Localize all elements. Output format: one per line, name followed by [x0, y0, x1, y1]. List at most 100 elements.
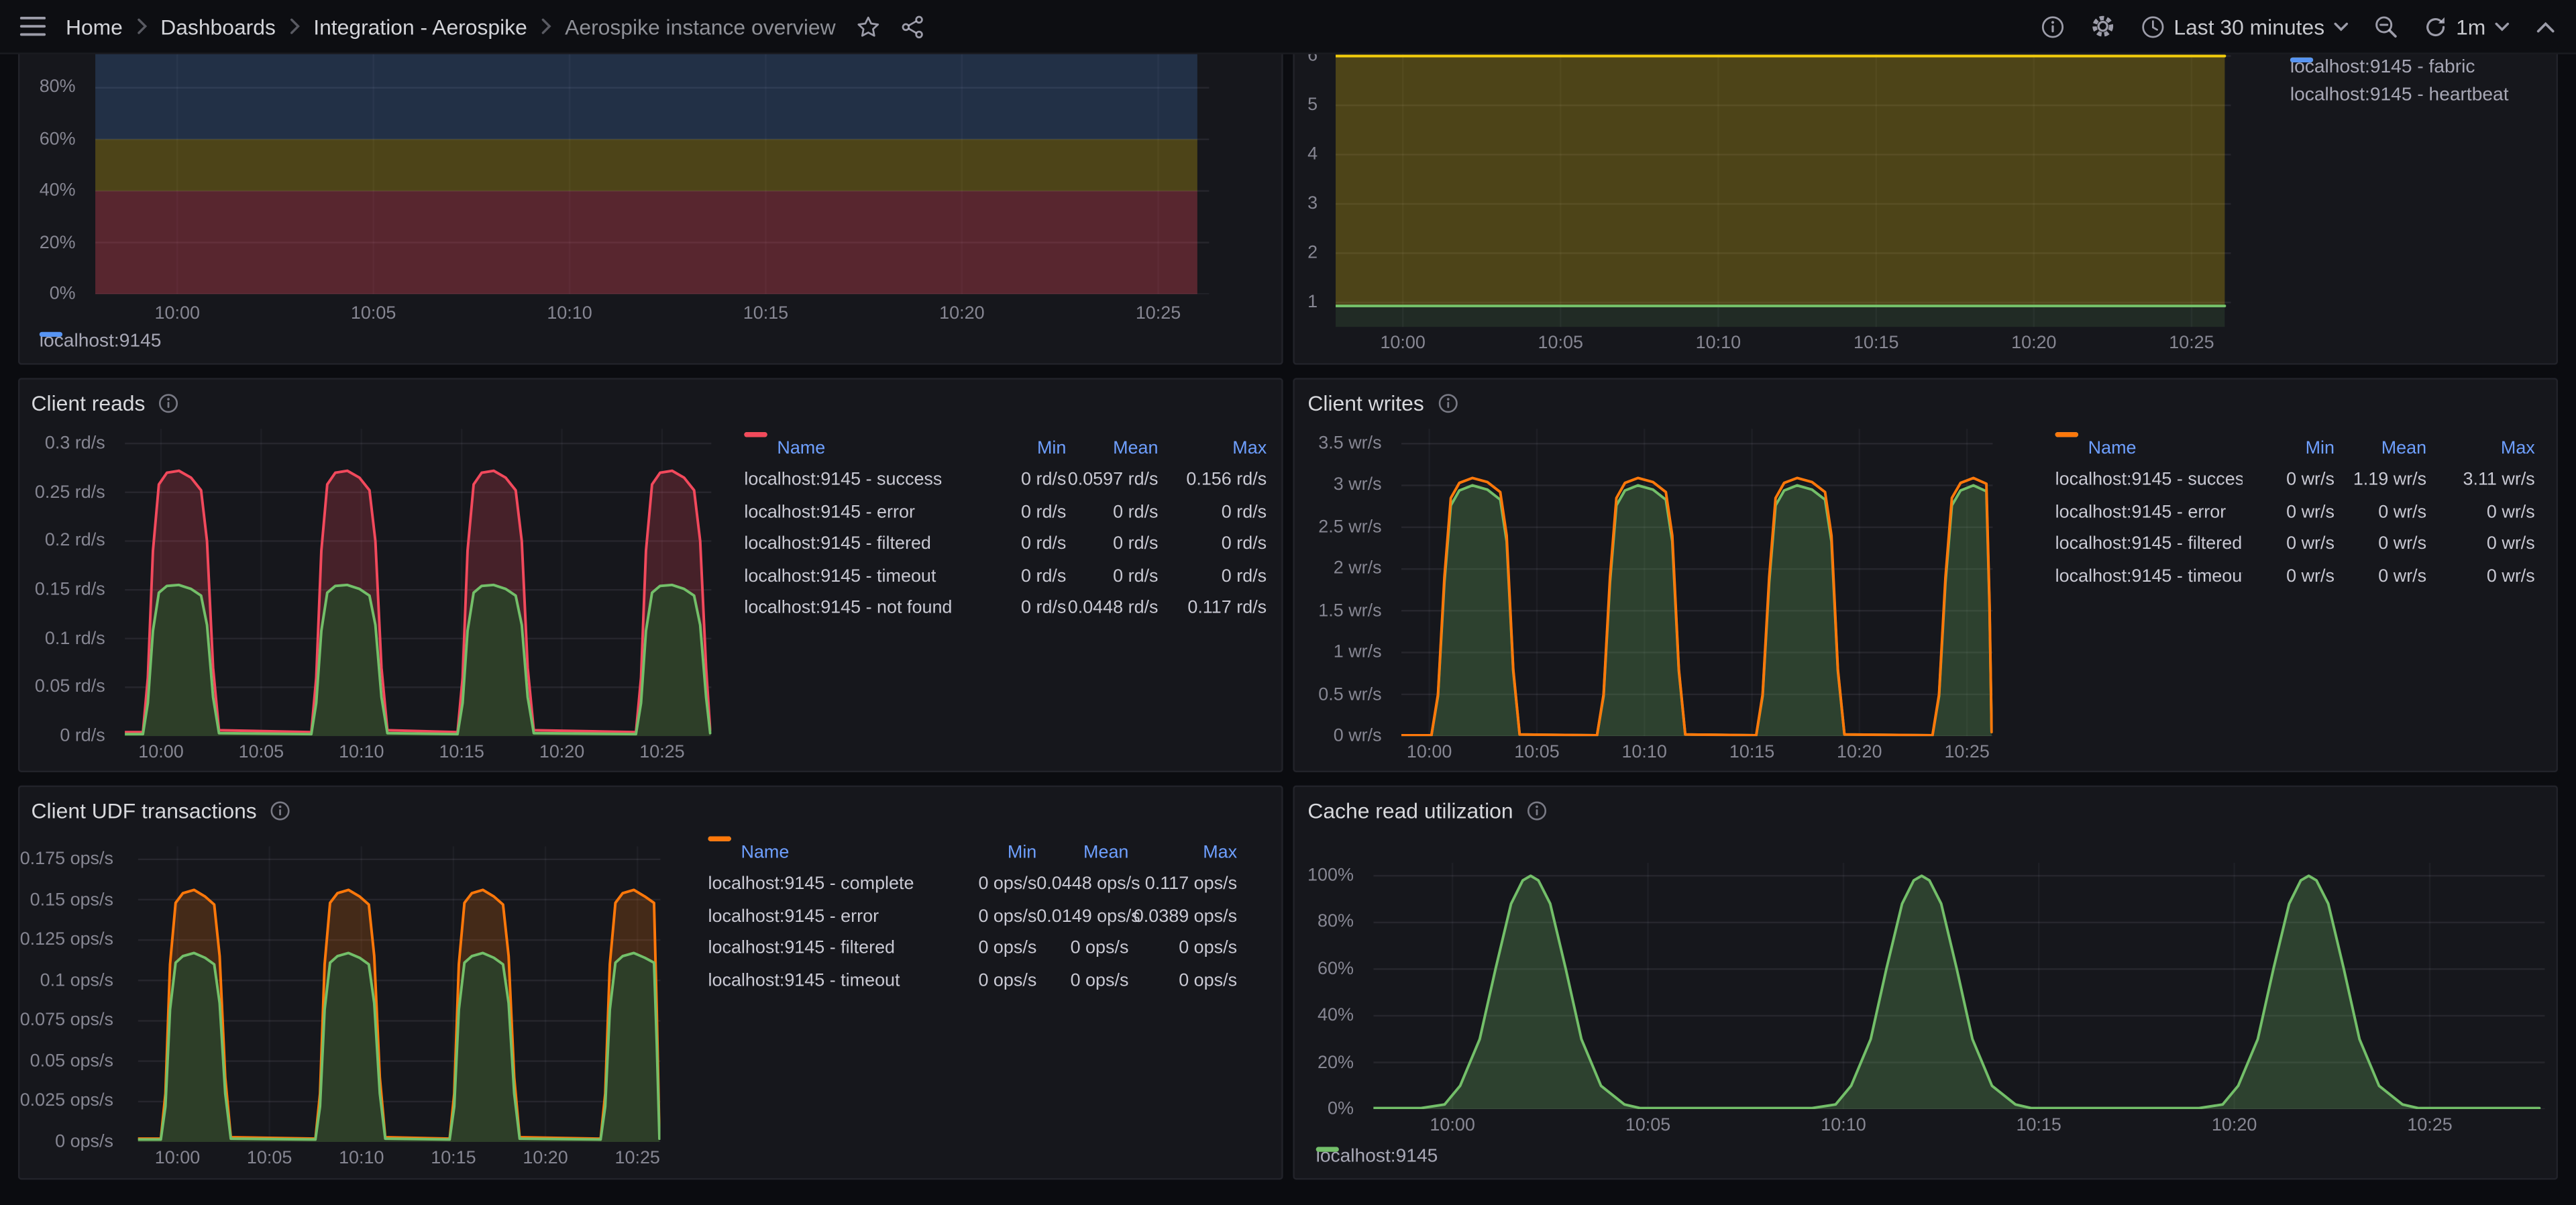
legend-item[interactable]: localhost:9145 [39, 331, 161, 352]
x-axis-labels: 10:00 10:05 10:10 10:15 10:20 10:25 [125, 743, 711, 766]
y-tick-label: 0.05 ops/s [30, 1051, 113, 1071]
legend-value: 0 ops/s [978, 970, 1037, 991]
y-tick-label: 60% [1318, 959, 1354, 980]
panel-info-icon[interactable] [1526, 799, 1548, 821]
legend-header-min[interactable]: Min [2243, 438, 2334, 458]
legend-series-name[interactable]: localhost:9145 - timeout [708, 836, 945, 990]
legend-header-name[interactable]: Name [2055, 438, 2243, 458]
refresh-icon [2426, 16, 2445, 36]
legend-series-name[interactable]: localhost:9145 - timeout [744, 432, 974, 586]
x-tick-label: 10:15 [1854, 333, 1899, 354]
star-button[interactable] [855, 14, 880, 39]
legend-series-name[interactable]: localhost:9145 - filtered [744, 432, 974, 554]
breadcrumb: Home Dashboards Integration - Aerospike … [66, 14, 836, 39]
legend-header-name[interactable]: Name [744, 438, 974, 458]
y-tick-label: 0.1 rd/s [44, 628, 105, 649]
share-button[interactable] [900, 14, 924, 39]
legend-header-mean[interactable]: Mean [1066, 438, 1158, 458]
x-tick-label: 10:05 [1514, 742, 1560, 763]
network-chart[interactable] [1336, 38, 2231, 327]
breadcrumb-dashboards[interactable]: Dashboards [160, 14, 276, 39]
legend-series-name[interactable]: localhost:9145 - complete [708, 836, 945, 894]
legend-value: 0 ops/s [1070, 970, 1129, 991]
x-tick-label: 10:20 [2011, 333, 2057, 354]
legend-row: localhost:9145 - timeout 0 ops/s 0 ops/s 0 … [708, 836, 1237, 997]
panel-legend: localhost:9145 [39, 331, 161, 352]
legend-value: 0 wr/s [2286, 566, 2335, 586]
y-tick-label: 2 wr/s [1333, 559, 1382, 579]
client-writes-chart[interactable] [1401, 429, 1993, 737]
legend-header-min[interactable]: Min [945, 843, 1036, 862]
x-tick-label: 10:20 [539, 742, 585, 763]
x-tick-label: 10:25 [614, 1148, 660, 1169]
legend-header-mean[interactable]: Mean [2334, 438, 2426, 458]
series-color-dash [2055, 432, 2078, 437]
dashboard-settings-button[interactable] [2090, 13, 2116, 40]
y-tick-label: 0.15 ops/s [30, 890, 113, 910]
legend-header-max[interactable]: Max [2426, 438, 2535, 458]
legend-row: localhost:9145 - filtered 0 ops/s 0 ops/s 0… [708, 836, 1237, 965]
panel-title[interactable]: Client UDF transactions [32, 798, 257, 823]
zoom-out-button[interactable] [2374, 14, 2399, 39]
x-tick-label: 10:25 [1944, 742, 1990, 763]
legend-header-name[interactable]: Name [708, 843, 945, 862]
legend-header-mean[interactable]: Mean [1036, 843, 1128, 862]
panel-info-icon[interactable] [270, 799, 291, 821]
chevron-up-icon [2536, 21, 2555, 32]
client-reads-chart[interactable] [125, 429, 712, 737]
legend-item[interactable]: localhost:9145 - heartbeat [2290, 57, 2509, 105]
breadcrumb-current: Aerospike instance overview [565, 13, 836, 39]
legend-header-min[interactable]: Min [974, 438, 1066, 458]
cache-read-chart[interactable] [1373, 862, 2545, 1110]
collapse-nav-button[interactable] [2535, 19, 2557, 34]
legend-series-name[interactable]: localhost:9145 - not found [744, 432, 974, 618]
menu-button[interactable] [19, 15, 46, 38]
caret-down-icon [2334, 21, 2348, 31]
panel-header: Client reads [19, 380, 1281, 426]
legend-value: 0 wr/s [2378, 534, 2427, 554]
panel-title[interactable]: Cache read utilization [1307, 798, 1513, 823]
y-tick-label: 20% [39, 232, 76, 253]
panel-title[interactable]: Client writes [1307, 390, 1424, 415]
legend-item[interactable]: localhost:9145 - fabric [2290, 57, 2509, 77]
refresh-interval-label: 1m [2456, 13, 2486, 39]
legend-value: 0 wr/s [2286, 534, 2335, 554]
legend-value: 0 wr/s [2486, 534, 2535, 554]
panel-info-icon[interactable] [1437, 392, 1458, 413]
legend-series-name[interactable]: localhost:9145 - filtered [708, 836, 945, 958]
legend-item[interactable]: localhost:9145 [1316, 1147, 1438, 1167]
client-udf-chart[interactable] [138, 846, 661, 1143]
legend-series-name[interactable]: localhost:9145 - filtered [2055, 432, 2243, 554]
legend-value: 0 ops/s [978, 906, 1037, 927]
legend-row: localhost:9145 - success 0 wr/s 1.19 wr/s 3… [2055, 432, 2535, 496]
y-tick-label: 100% [1307, 866, 1354, 886]
refresh-interval-picker[interactable]: 1m [2423, 14, 2510, 39]
panel-info-icon[interactable] [158, 392, 180, 413]
y-tick-label: 0.2 rd/s [44, 531, 105, 552]
legend-header-max[interactable]: Max [1159, 438, 1267, 458]
legend-row: localhost:9145 - success 0 rd/s 0.0597 rd/… [744, 432, 1267, 496]
time-range-picker[interactable]: Last 30 minutes [2141, 14, 2349, 39]
legend-value: 0 wr/s [2486, 566, 2535, 586]
legend-value: 0 ops/s [1070, 938, 1129, 959]
legend-series-name[interactable]: localhost:9145 - error [2055, 432, 2243, 522]
x-tick-label: 10:10 [1621, 742, 1667, 763]
legend-value: 0 rd/s [1021, 502, 1067, 523]
star-icon [857, 15, 879, 36]
legend-value: 0 wr/s [2286, 470, 2335, 490]
legend-row: localhost:9145 - error 0 rd/s 0 rd/s 0 rd/s [744, 432, 1267, 529]
x-tick-label: 10:15 [743, 304, 789, 324]
dashboard-insights-button[interactable] [2041, 14, 2065, 39]
legend-series-name[interactable]: localhost:9145 - timeout [2055, 432, 2243, 586]
y-tick-label: 1 wr/s [1333, 642, 1382, 663]
breadcrumb-home[interactable]: Home [66, 14, 123, 39]
legend-row: localhost:9145 - filtered 0 wr/s 0 wr/s 0 w… [2055, 432, 2535, 560]
breadcrumb-folder[interactable]: Integration - Aerospike [313, 14, 527, 39]
legend-series-name[interactable]: localhost:9145 - error [708, 836, 945, 927]
legend-series-name[interactable]: localhost:9145 - success [2055, 432, 2243, 490]
legend-series-name[interactable]: localhost:9145 - success [744, 432, 974, 490]
legend-series-name[interactable]: localhost:9145 - error [744, 432, 974, 522]
series-label: localhost:9145 - timeout [2055, 566, 2243, 586]
legend-header-max[interactable]: Max [1128, 843, 1237, 862]
panel-title[interactable]: Client reads [32, 390, 146, 415]
